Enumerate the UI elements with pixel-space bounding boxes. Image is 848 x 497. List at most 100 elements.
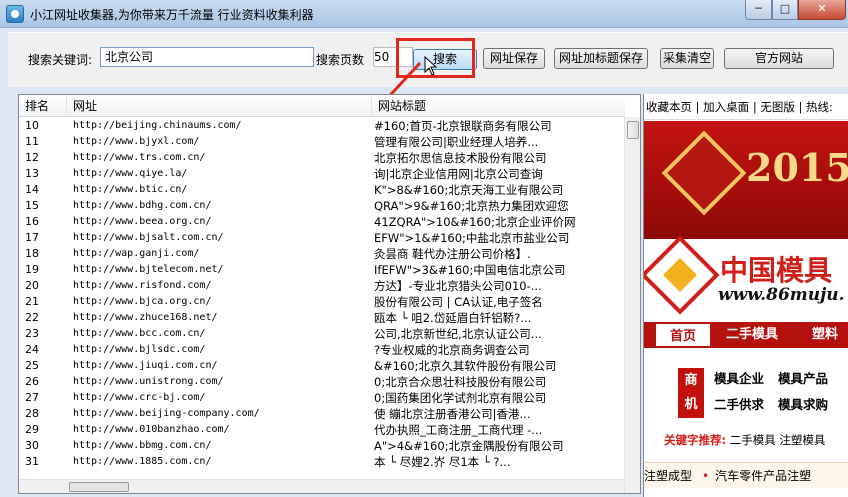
table-row[interactable]: 16 http://www.beea.org.cn/41ZQRA">10&#160… <box>19 214 625 230</box>
rank-cell: 30 <box>25 439 39 452</box>
rank-cell: 21 <box>25 295 39 308</box>
site-logo-text: 中国模具 <box>720 254 833 287</box>
header-rank[interactable]: 排名 <box>19 95 67 117</box>
site-top-links[interactable]: 收藏本页 | 加入桌面 | 无图版 | 热线: <box>644 94 848 120</box>
site-logo[interactable]: 中国模具 www.86muju. <box>644 235 848 321</box>
rank-cell: 12 <box>25 151 39 164</box>
vertical-scrollbar[interactable] <box>624 117 640 493</box>
hscroll-thumb[interactable] <box>69 482 129 492</box>
link-mold-wanted[interactable]: 模具求购 <box>778 394 828 413</box>
table-row[interactable]: 19 http://www.bjtelecom.net/IfEFW">3&#160… <box>19 262 625 278</box>
site-nav: 首页 二手模具 塑料 <box>644 322 848 348</box>
table-row[interactable]: 17 http://www.bjsalt.com.cn/EFW">1&#160;中… <box>19 230 625 246</box>
url-cell: http://wap.ganji.com/ <box>73 248 200 259</box>
rank-cell: 25 <box>25 359 39 372</box>
title-cell: QRA">9&#160;北京热力集团欢迎您 <box>374 199 569 213</box>
title-cell: IfEFW">3&#160;中国电信北京公司 <box>374 263 566 277</box>
site-bottom-bar: 注塑成型 • 汽车零件产品注塑 <box>644 462 848 488</box>
bottom-left-link[interactable]: 注塑成型 <box>644 469 692 483</box>
keyword-recommend: 关键字推荐: 二手模具 注塑模具 <box>664 432 825 448</box>
title-cell: 公司,北京新世纪,北京认证公司... <box>374 327 542 341</box>
table-row[interactable]: 31 http://www.1885.com.cn/本 └ 尽娌2.岕 尽1本 └… <box>19 454 625 470</box>
title-cell: 北京拓尔思信息技术股份有限公司 <box>374 151 547 165</box>
table-row[interactable]: 25 http://www.jiuqi.com.cn/ &#160;北京久其软件股份… <box>19 358 625 374</box>
table-row[interactable]: 14 http://www.btic.cn/K">8&#160;北京天海工业有限公… <box>19 182 625 198</box>
table-row[interactable]: 18 http://wap.ganji.com/灸昙商 鞋代办注册公司价格】. <box>19 246 625 262</box>
table-row[interactable]: 13 http://www.qiye.la/询|北京企业信用网|北京公司查询 <box>19 166 625 182</box>
url-cell: http://www.btic.cn/ <box>73 184 188 195</box>
table-row[interactable]: 28 http://www.beijing-company.com/使 繃北京注册… <box>19 406 625 422</box>
scroll-thumb[interactable] <box>627 121 639 139</box>
url-cell: http://www.bdhg.com.cn/ <box>73 200 212 211</box>
rank-cell: 28 <box>25 407 39 420</box>
horizontal-scrollbar[interactable] <box>19 479 624 493</box>
title-cell: 代办执照_工商注册_工商代理 -... <box>374 423 543 437</box>
title-cell: 股份有限公司 | CA认证,电子签名 <box>374 295 543 309</box>
rank-cell: 15 <box>25 199 39 212</box>
url-cell: http://www.beijing-company.com/ <box>73 408 260 419</box>
url-cell: http://www.bcc.com.cn/ <box>73 328 206 339</box>
official-site-button[interactable]: 官方网站 <box>724 48 834 69</box>
table-row[interactable]: 26 http://www.unistrong.com/0;北京合众思壮科技股份有… <box>19 374 625 390</box>
table-row[interactable]: 24 http://www.bjlsdc.com/ ?专业权威的北京商务调查公司 <box>19 342 625 358</box>
rank-cell: 19 <box>25 263 39 276</box>
title-cell: 0;北京合众思壮科技股份有限公司 <box>374 375 547 389</box>
url-cell: http://beijing.chinaums.com/ <box>73 120 242 131</box>
site-logo-url: www.86muju. <box>718 285 845 305</box>
table-row[interactable]: 27 http://www.crc-bj.com/0;国药集团化学试剂北京有限公司 <box>19 390 625 406</box>
table-row[interactable]: 12 http://www.trs.com.cn/北京拓尔思信息技术股份有限公司 <box>19 150 625 166</box>
title-cell: 方达】-专业北京猎头公司010-... <box>374 279 542 293</box>
link-mold-products[interactable]: 模具产品 <box>778 368 828 387</box>
link-second-hand[interactable]: 二手供求 <box>714 394 764 413</box>
title-cell: EFW">1&#160;中盐北京市盐业公司 <box>374 231 570 245</box>
table-row[interactable]: 23 http://www.bcc.com.cn/公司,北京新世纪,北京认证公司.… <box>19 326 625 342</box>
site-banner[interactable]: 2015 <box>644 121 848 239</box>
rank-cell: 24 <box>25 343 39 356</box>
table-row[interactable]: 29 http://www.010banzhao.com/代办执照_工商注册_工商… <box>19 422 625 438</box>
header-title[interactable]: 网站标题 <box>372 95 625 117</box>
title-cell: 询|北京企业信用网|北京公司查询 <box>374 167 543 181</box>
title-cell: ?专业权威的北京商务调查公司 <box>374 343 530 357</box>
rank-cell: 26 <box>25 375 39 388</box>
save-urls-button[interactable]: 网址保存 <box>483 48 545 69</box>
table-row[interactable]: 30 http://www.bbmg.com.cn/A">4&#160;北京金隅股… <box>19 438 625 454</box>
table-row[interactable]: 22 http://www.zhuce168.net/瓯本 └ 咀2.岱延眉白钎铝… <box>19 310 625 326</box>
table-row[interactable]: 11 http://www.bjyxl.com/管理有限公司|职业经理人培养... <box>19 134 625 150</box>
site-logo-icon <box>644 235 720 315</box>
banner-year: 2015 <box>746 145 848 190</box>
url-cell: http://www.jiuqi.com.cn/ <box>73 360 218 371</box>
url-cell: http://www.beea.org.cn/ <box>73 216 212 227</box>
rank-cell: 10 <box>25 119 39 132</box>
url-cell: http://www.bjyxl.com/ <box>73 136 200 147</box>
table-row[interactable]: 20 http://www.risfond.com/方达】-专业北京猎头公司010… <box>19 278 625 294</box>
title-cell: #160;首页-北京银联商务有限公司 <box>374 119 552 133</box>
save-urls-with-titles-button[interactable]: 网址加标题保存 <box>554 48 648 69</box>
link-mold-companies[interactable]: 模具企业 <box>714 368 764 387</box>
url-cell: http://www.bjsalt.com.cn/ <box>73 232 224 243</box>
header-url[interactable]: 网址 <box>67 95 372 117</box>
bottom-right-link[interactable]: 汽车零件产品注塑 <box>715 469 811 483</box>
keyword-input[interactable]: 北京公司 <box>100 47 314 67</box>
rank-cell: 31 <box>25 455 39 468</box>
title-cell: K">8&#160;北京天海工业有限公司 <box>374 183 564 197</box>
window-title: 小江网址收集器,为你带来万千流量 行业资料收集利器 <box>30 8 314 22</box>
url-cell: http://www.1885.com.cn/ <box>73 456 212 467</box>
table-row[interactable]: 21 http://www.bjca.org.cn/股份有限公司 | CA认证,电… <box>19 294 625 310</box>
nav-second-hand-molds[interactable]: 二手模具 <box>726 322 778 348</box>
url-cell: http://www.bjlsdc.com/ <box>73 344 206 355</box>
maximize-button[interactable]: □ <box>772 0 798 20</box>
nav-plastic[interactable]: 塑料 <box>812 322 838 348</box>
rank-cell: 14 <box>25 183 39 196</box>
browser-panel: 收藏本页 | 加入桌面 | 无图版 | 热线: 2015 中国模具 www.86… <box>643 94 848 497</box>
table-row[interactable]: 15 http://www.bdhg.com.cn/QRA">9&#160;北京热… <box>19 198 625 214</box>
title-cell: A">4&#160;北京金隅股份有限公司 <box>374 439 564 453</box>
clear-button[interactable]: 采集清空 <box>660 48 714 69</box>
url-cell: http://www.010banzhao.com/ <box>73 424 230 435</box>
table-row[interactable]: 10 http://beijing.chinaums.com/ #160;首页-北京… <box>19 118 625 134</box>
close-button[interactable]: ✕ <box>798 0 846 20</box>
minimize-button[interactable]: ─ <box>745 0 772 20</box>
nav-home[interactable]: 首页 <box>654 322 712 348</box>
url-cell: http://www.unistrong.com/ <box>73 376 224 387</box>
keyword-recommend-items[interactable]: 二手模具 注塑模具 <box>730 433 826 447</box>
rank-cell: 17 <box>25 231 39 244</box>
